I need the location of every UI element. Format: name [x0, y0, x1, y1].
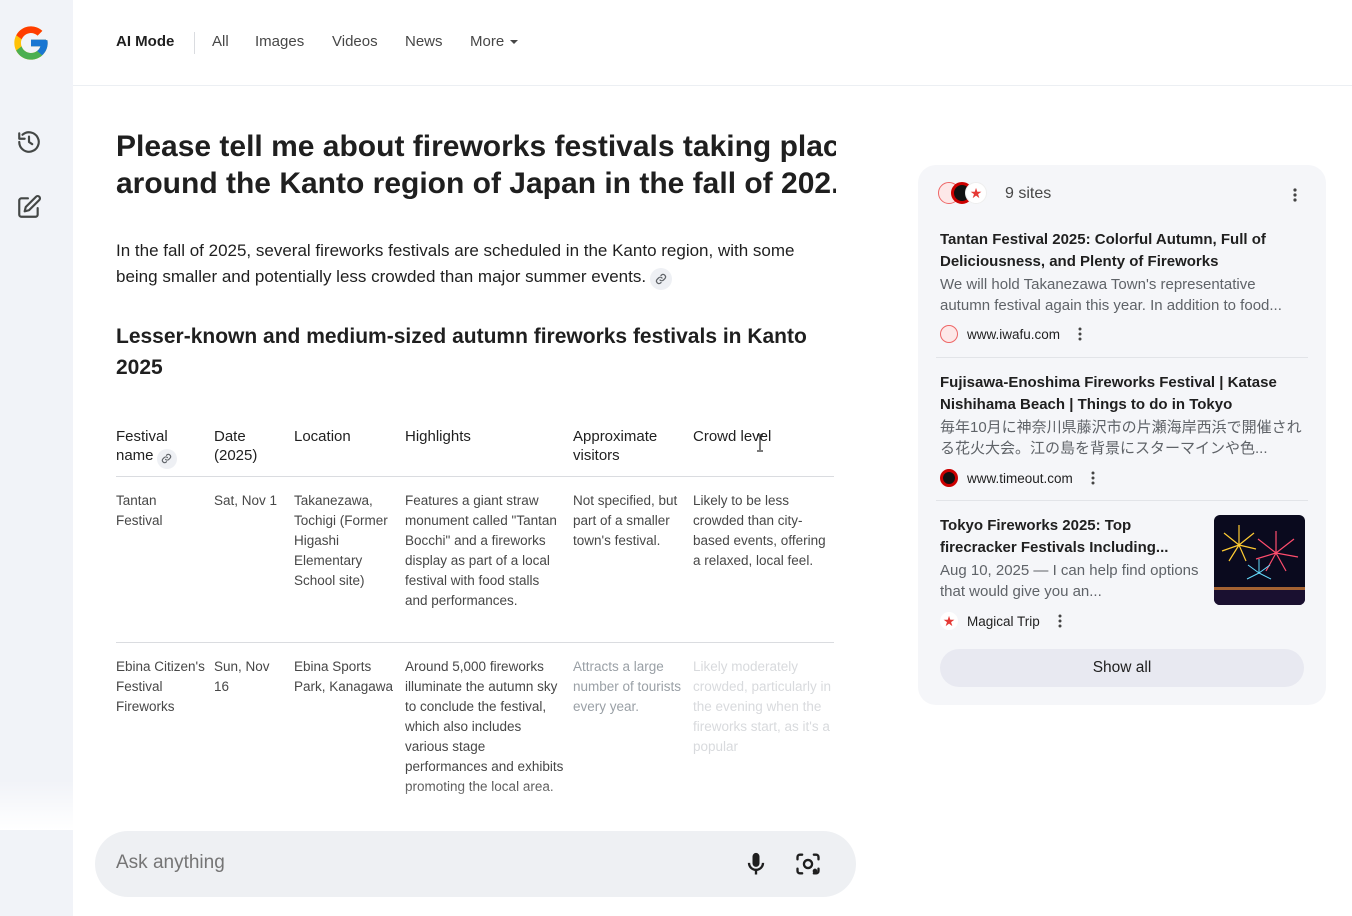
source-card[interactable]: Tantan Festival 2025: Colorful Autumn, F…	[940, 229, 1308, 316]
more-options-icon[interactable]	[1052, 611, 1068, 631]
new-chat-icon[interactable]	[14, 192, 44, 222]
site-favicon-icon	[940, 469, 958, 487]
source-site[interactable]: ★ Magical Trip	[940, 611, 1068, 631]
site-favicon-icon: ★	[965, 182, 987, 204]
ask-bar	[95, 831, 856, 897]
table-cell: Ebina Sports Park, Kanagawa	[294, 659, 394, 694]
sources-header[interactable]: ★ 9 sites	[938, 182, 1308, 208]
history-icon[interactable]	[14, 127, 44, 157]
search-mode-tabs: AI Mode All Images Videos News More	[73, 0, 1352, 86]
source-card[interactable]: Tokyo Fireworks 2025: Top firecracker Fe…	[940, 515, 1200, 602]
source-snippet: 毎年10月に神奈川県藤沢市の片瀬海岸西浜で開催される花火大会。江の島を背景にスタ…	[940, 419, 1302, 457]
side-rail	[0, 0, 73, 916]
sites-count: 9 sites	[1005, 185, 1052, 202]
query-line: Please tell me about fireworks festivals…	[116, 130, 836, 163]
tab-more-label: More	[470, 33, 505, 50]
query-title: Please tell me about fireworks festivals…	[116, 128, 836, 202]
tab-more[interactable]: More	[470, 33, 519, 50]
site-favicon-icon	[940, 325, 958, 343]
microphone-icon[interactable]	[742, 850, 770, 878]
scroll-fade-overlay	[0, 780, 740, 830]
source-title[interactable]: Tokyo Fireworks 2025: Top firecracker Fe…	[940, 515, 1200, 558]
google-logo-icon[interactable]	[11, 23, 51, 63]
source-site[interactable]: www.iwafu.com	[940, 324, 1088, 344]
column-header: Location	[294, 428, 351, 445]
tab-news[interactable]: News	[405, 33, 443, 50]
chevron-down-icon	[510, 40, 519, 45]
site-favicon-icon: ★	[940, 612, 958, 630]
source-site-label: www.iwafu.com	[967, 326, 1061, 342]
table-cell: Tantan Festival	[116, 493, 163, 528]
column-header: Highlights	[405, 428, 471, 445]
source-snippet: We will hold Takanezawa Town's represent…	[940, 276, 1282, 314]
citation-link-icon[interactable]	[156, 448, 177, 469]
column-header: Festival name	[116, 427, 206, 469]
table-cell: Sun, Nov 16	[214, 659, 270, 694]
tab-all[interactable]: All	[212, 33, 229, 50]
table-cell: Likely to be less crowded than city-base…	[693, 493, 826, 568]
column-header: Approximate visitors	[573, 428, 658, 464]
divider	[936, 500, 1308, 501]
source-title[interactable]: Fujisawa-Enoshima Fireworks Festival | K…	[940, 372, 1308, 415]
fireworks-thumbnail[interactable]	[1214, 515, 1305, 605]
source-title[interactable]: Tantan Festival 2025: Colorful Autumn, F…	[940, 229, 1308, 272]
answer-intro-text: In the fall of 2025, several fireworks f…	[116, 241, 795, 286]
table-cell: Takanezawa, Tochigi (Former Higashi Elem…	[294, 493, 388, 588]
section-heading: Lesser-known and medium-sized autumn fir…	[116, 325, 807, 379]
table-cell: Not specified, but part of a smaller tow…	[573, 493, 678, 548]
column-header: Date (2025)	[214, 428, 258, 464]
citation-link-icon[interactable]	[650, 268, 673, 290]
more-options-icon[interactable]	[1085, 468, 1101, 488]
festival-table: Festival name Date (2025) Location Highl…	[116, 424, 834, 823]
table-cell: Likely moderately crowded, particularly …	[693, 659, 832, 754]
divider	[936, 357, 1308, 358]
table-cell: Sat, Nov 1	[214, 493, 278, 508]
answer-intro: In the fall of 2025, several fireworks f…	[116, 238, 836, 290]
column-header: Crowd level	[693, 428, 772, 445]
table-cell: Features a giant straw monument called "…	[405, 493, 557, 608]
lens-camera-icon[interactable]	[794, 850, 822, 878]
source-site-label: www.timeout.com	[967, 470, 1073, 486]
ask-input[interactable]	[116, 852, 676, 874]
tab-divider	[194, 32, 195, 54]
table-row: Tantan Festival Sat, Nov 1 Takanezawa, T…	[116, 477, 834, 643]
source-site-label: Magical Trip	[967, 613, 1040, 629]
table-cell: Attracts a large number of tourists ever…	[573, 659, 682, 714]
more-options-icon[interactable]	[1072, 324, 1088, 344]
show-all-button[interactable]: Show all	[940, 649, 1304, 687]
source-card[interactable]: Fujisawa-Enoshima Fireworks Festival | K…	[940, 372, 1308, 459]
table-cell: Around 5,000 fireworks illuminate the au…	[405, 659, 564, 794]
tab-images[interactable]: Images	[255, 33, 304, 50]
tab-videos[interactable]: Videos	[332, 33, 378, 50]
query-line: around the Kanto region of Japan in the …	[116, 167, 836, 200]
text-cursor-icon	[756, 434, 764, 452]
more-options-icon[interactable]	[1287, 185, 1303, 205]
source-snippet: Aug 10, 2025 — I can help find options t…	[940, 562, 1199, 600]
table-cell: Ebina Citizen's Festival Fireworks	[116, 659, 205, 714]
tab-ai-mode[interactable]: AI Mode	[116, 33, 174, 50]
table-header: Festival name Date (2025) Location Highl…	[116, 424, 834, 477]
source-site[interactable]: www.timeout.com	[940, 468, 1101, 488]
sources-panel: ★ 9 sites Tantan Festival 2025: Colorful…	[918, 165, 1326, 705]
